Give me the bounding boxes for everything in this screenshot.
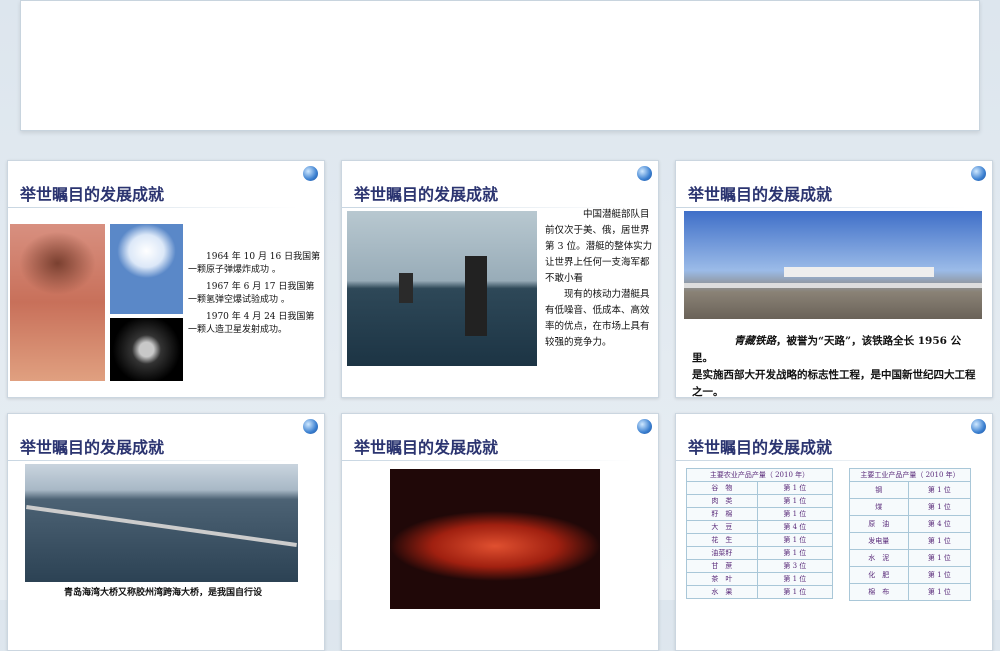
table-row: 化 肥第 1 位 xyxy=(849,566,972,584)
rank-cell: 第 1 位 xyxy=(907,532,972,550)
railway-image xyxy=(684,211,982,319)
rank-cell: 第 1 位 xyxy=(756,585,834,599)
product-cell: 钢 xyxy=(849,481,909,499)
product-cell: 大 豆 xyxy=(686,520,758,534)
submarine-image xyxy=(347,211,537,366)
globe-icon xyxy=(637,166,652,181)
divider xyxy=(8,207,298,208)
satellite-image xyxy=(110,318,183,381)
rank-cell: 第 1 位 xyxy=(907,549,972,567)
divider xyxy=(676,460,966,461)
rank-cell: 第 1 位 xyxy=(756,572,834,586)
table-row: 肉 类第 1 位 xyxy=(686,494,834,508)
product-cell: 水 泥 xyxy=(849,549,909,567)
table-row: 大 豆第 4 位 xyxy=(686,520,834,534)
table-row: 茶 叶第 1 位 xyxy=(686,572,834,586)
rank-cell: 第 1 位 xyxy=(756,481,834,495)
slide-text: 中国潜艇部队目前仅次于美、俄，居世界第 3 位。潜艇的整体实力让世界上任何一支海… xyxy=(545,209,653,348)
rank-cell: 第 1 位 xyxy=(756,546,834,560)
product-cell: 化 肥 xyxy=(849,566,909,584)
table-row: 水 果第 1 位 xyxy=(686,585,834,599)
rank-cell: 第 1 位 xyxy=(907,583,972,601)
slide-text: 青藏铁路，被誉为“天路”，该铁路全长 1956 公里。 是实施西部大开发战略的标… xyxy=(692,335,976,398)
product-cell: 籽 棉 xyxy=(686,507,758,521)
rank-cell: 第 1 位 xyxy=(907,566,972,584)
table-row: 棉 布第 1 位 xyxy=(849,583,972,601)
table-row: 油菜籽第 1 位 xyxy=(686,546,834,560)
divider xyxy=(8,460,298,461)
product-cell: 油菜籽 xyxy=(686,546,758,560)
product-cell: 茶 叶 xyxy=(686,572,758,586)
divider xyxy=(342,460,632,461)
product-cell: 甘 蔗 xyxy=(686,559,758,573)
rank-cell: 第 1 位 xyxy=(756,533,834,547)
slide-title: 举世瞩目的发展成就 xyxy=(354,185,499,204)
divider xyxy=(676,207,966,208)
olympic-ceremony-image xyxy=(390,469,600,609)
globe-icon xyxy=(303,419,318,434)
table-row: 谷 物第 1 位 xyxy=(686,481,834,495)
slide-thumbnail-6[interactable]: 举世瞩目的发展成就 主要农业产品产量（ 2010 年） 谷 物第 1 位肉 类第… xyxy=(675,413,993,651)
table-row: 花 生第 1 位 xyxy=(686,533,834,547)
rank-cell: 第 1 位 xyxy=(756,494,834,508)
slide-thumbnail-2[interactable]: 举世瞩目的发展成就 中国潜艇部队目前仅次于美、俄，居世界第 3 位。潜艇的整体实… xyxy=(341,160,659,398)
rank-cell: 第 1 位 xyxy=(756,507,834,521)
slide-title: 举世瞩目的发展成就 xyxy=(688,438,833,457)
product-cell: 原 油 xyxy=(849,515,909,533)
slide-caption: 青岛海湾大桥又称胶州湾跨海大桥，是我国自行设 xyxy=(64,588,263,598)
table-row: 籽 棉第 1 位 xyxy=(686,507,834,521)
hbomb-cloud-image xyxy=(110,224,183,314)
slide-thumbnail-3[interactable]: 举世瞩目的发展成就 青藏铁路，被誉为“天路”，该铁路全长 1956 公里。 是实… xyxy=(675,160,993,398)
product-cell: 煤 xyxy=(849,498,909,516)
table-row: 原 油第 4 位 xyxy=(849,515,972,533)
table-row: 发电量第 1 位 xyxy=(849,532,972,550)
table-row: 钢第 1 位 xyxy=(849,481,972,499)
product-cell: 肉 类 xyxy=(686,494,758,508)
product-cell: 发电量 xyxy=(849,532,909,550)
bridge-image xyxy=(25,464,298,582)
globe-icon xyxy=(971,419,986,434)
slide-text: 1964 年 10 月 16 日我国第一颗原子弹爆炸成功 。 1967 年 6 … xyxy=(188,252,321,335)
rank-cell: 第 3 位 xyxy=(756,559,834,573)
product-cell: 水 果 xyxy=(686,585,758,599)
slide-title: 举世瞩目的发展成就 xyxy=(354,438,499,457)
current-slide-partial[interactable] xyxy=(20,0,980,131)
industry-table: 主要工业产品产量（ 2010 年） 钢第 1 位煤第 1 位原 油第 4 位发电… xyxy=(849,468,972,601)
rank-cell: 第 1 位 xyxy=(907,481,972,499)
mushroom-cloud-image xyxy=(10,224,105,381)
slide-title: 举世瞩目的发展成就 xyxy=(20,438,165,457)
globe-icon xyxy=(971,166,986,181)
globe-icon xyxy=(303,166,318,181)
rank-cell: 第 1 位 xyxy=(907,498,972,516)
slide-title: 举世瞩目的发展成就 xyxy=(20,185,165,204)
product-cell: 花 生 xyxy=(686,533,758,547)
slide-thumbnail-1[interactable]: 举世瞩目的发展成就 1964 年 10 月 16 日我国第一颗原子弹爆炸成功 。… xyxy=(7,160,325,398)
slide-title: 举世瞩目的发展成就 xyxy=(688,185,833,204)
slide-thumbnail-4[interactable]: 举世瞩目的发展成就 青岛海湾大桥又称胶州湾跨海大桥，是我国自行设 xyxy=(7,413,325,651)
rank-cell: 第 4 位 xyxy=(907,515,972,533)
rank-cell: 第 4 位 xyxy=(756,520,834,534)
slide-thumbnail-5[interactable]: 举世瞩目的发展成就 xyxy=(341,413,659,651)
table-row: 甘 蔗第 3 位 xyxy=(686,559,834,573)
product-cell: 棉 布 xyxy=(849,583,909,601)
agri-table: 主要农业产品产量（ 2010 年） 谷 物第 1 位肉 类第 1 位籽 棉第 1… xyxy=(686,468,834,599)
globe-icon xyxy=(637,419,652,434)
table-row: 煤第 1 位 xyxy=(849,498,972,516)
table-row: 水 泥第 1 位 xyxy=(849,549,972,567)
product-cell: 谷 物 xyxy=(686,481,758,495)
